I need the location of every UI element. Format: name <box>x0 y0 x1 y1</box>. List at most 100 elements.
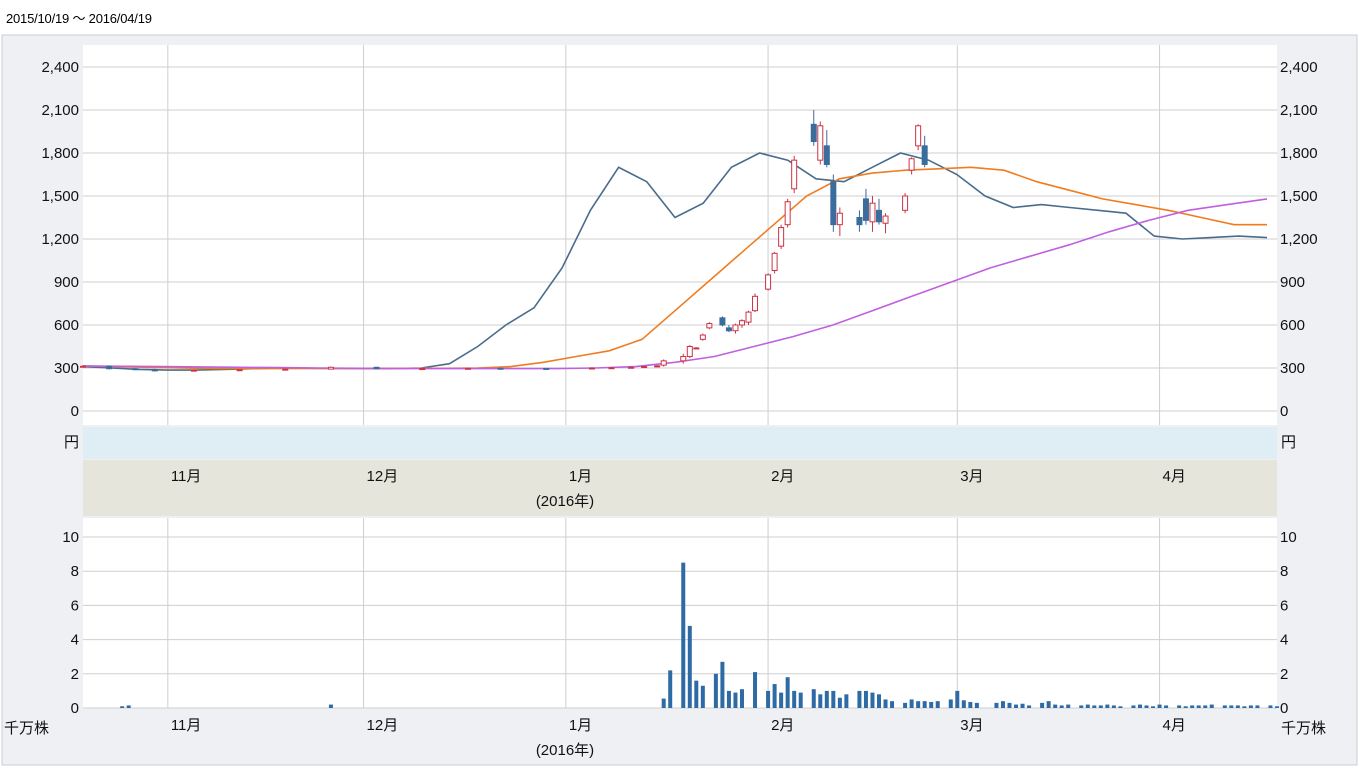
candle-body <box>915 125 922 147</box>
volume-bar <box>120 706 125 708</box>
candle-body <box>543 367 550 370</box>
volume-unit-left: 千万株 <box>4 720 49 737</box>
volume-month-label: 2月 <box>771 717 794 734</box>
price-tick-left: 2,100 <box>41 102 79 119</box>
price-tick-right: 300 <box>1280 360 1305 377</box>
volume-bar <box>661 698 666 708</box>
candle-body <box>719 317 726 326</box>
price-tick-left: 300 <box>54 360 79 377</box>
volume-bar <box>1014 704 1019 708</box>
candle-body <box>641 366 648 369</box>
volume-bar <box>753 672 758 708</box>
volume-bar <box>837 697 842 708</box>
volume-tick-left: 8 <box>71 563 79 580</box>
candle-body <box>836 212 843 226</box>
volume-month-label: 11月 <box>171 717 202 734</box>
volume-bar <box>857 690 862 708</box>
volume-bar <box>890 701 895 708</box>
volume-bar <box>1131 705 1136 708</box>
volume-bar <box>883 699 888 708</box>
volume-bar <box>929 702 934 708</box>
volume-bar <box>681 562 686 708</box>
unit-band <box>83 427 1277 459</box>
volume-bar <box>916 701 921 708</box>
candle-body <box>869 202 876 223</box>
volume-month-label: 12月 <box>367 717 399 734</box>
month-axis-band <box>83 460 1277 516</box>
volume-tick-left: 2 <box>71 666 79 683</box>
volume-bar <box>1007 702 1012 708</box>
candle-body <box>190 369 197 372</box>
volume-plot-area <box>83 518 1277 708</box>
price-tick-left: 1,800 <box>41 145 79 162</box>
volume-bar <box>779 692 784 708</box>
volume-month-label: 1月 <box>569 717 592 734</box>
volume-bar <box>1118 706 1123 708</box>
volume-bar <box>1242 706 1247 708</box>
candle-body <box>921 145 928 165</box>
volume-bar <box>713 673 718 708</box>
candle-body <box>236 369 243 372</box>
candle-body <box>588 367 595 370</box>
candle-body <box>784 201 791 226</box>
volume-tick-right: 2 <box>1280 666 1288 683</box>
volume-bar <box>1183 706 1188 708</box>
volume-bar <box>948 699 953 708</box>
candle-body <box>732 324 739 332</box>
candle-body <box>902 195 909 211</box>
volume-bar <box>922 701 927 708</box>
volume-bar <box>1235 705 1240 708</box>
month-label: 12月 <box>367 468 399 485</box>
volume-month-label: 3月 <box>960 717 983 734</box>
volume-bar <box>968 702 973 708</box>
volume-tick-left: 4 <box>71 632 79 649</box>
month-label: 2月 <box>771 468 794 485</box>
candle-body <box>830 181 837 226</box>
price-tick-right: 600 <box>1280 317 1305 334</box>
volume-bar <box>1177 705 1182 708</box>
volume-tick-left: 0 <box>71 700 79 717</box>
candle-body <box>628 366 635 369</box>
volume-bar <box>687 625 692 708</box>
candle-body <box>765 274 772 290</box>
candle-body <box>817 125 824 161</box>
candle-body <box>856 217 863 226</box>
volume-bar <box>733 692 738 708</box>
candle-body <box>908 158 915 171</box>
candle-body <box>282 368 289 371</box>
volume-bar <box>1275 706 1279 708</box>
volume-month-label: 4月 <box>1163 717 1186 734</box>
volume-bar <box>1079 705 1084 708</box>
volume-bar <box>1040 702 1045 708</box>
volume-bar <box>668 670 673 708</box>
volume-bar <box>1222 705 1227 708</box>
candle-body <box>419 368 426 371</box>
volume-bar <box>831 690 836 708</box>
volume-bar <box>1203 705 1208 708</box>
candle-body <box>823 145 830 165</box>
candle-body <box>771 252 778 272</box>
price-tick-right: 1,500 <box>1280 188 1318 205</box>
volume-bar <box>1255 705 1260 708</box>
candle-body <box>373 366 380 370</box>
volume-bar <box>1111 705 1116 708</box>
volume-bar <box>1196 705 1201 708</box>
candle-body <box>738 320 745 326</box>
volume-bar <box>1209 704 1214 708</box>
volume-bar <box>1190 705 1195 708</box>
volume-bar <box>811 689 816 708</box>
volume-bar <box>1027 705 1032 708</box>
price-tick-right: 900 <box>1280 274 1305 291</box>
volume-bar <box>1229 705 1234 708</box>
candle-body <box>680 356 687 362</box>
volume-bar <box>955 690 960 708</box>
candle-body <box>882 215 889 224</box>
candle-body <box>464 367 471 370</box>
volume-bar <box>1144 705 1149 708</box>
volume-bar <box>1066 704 1071 708</box>
candle-body <box>654 365 661 368</box>
candle-body <box>608 367 615 370</box>
volume-bar <box>798 692 803 708</box>
volume-bar <box>726 690 731 708</box>
candle-body <box>132 368 139 371</box>
